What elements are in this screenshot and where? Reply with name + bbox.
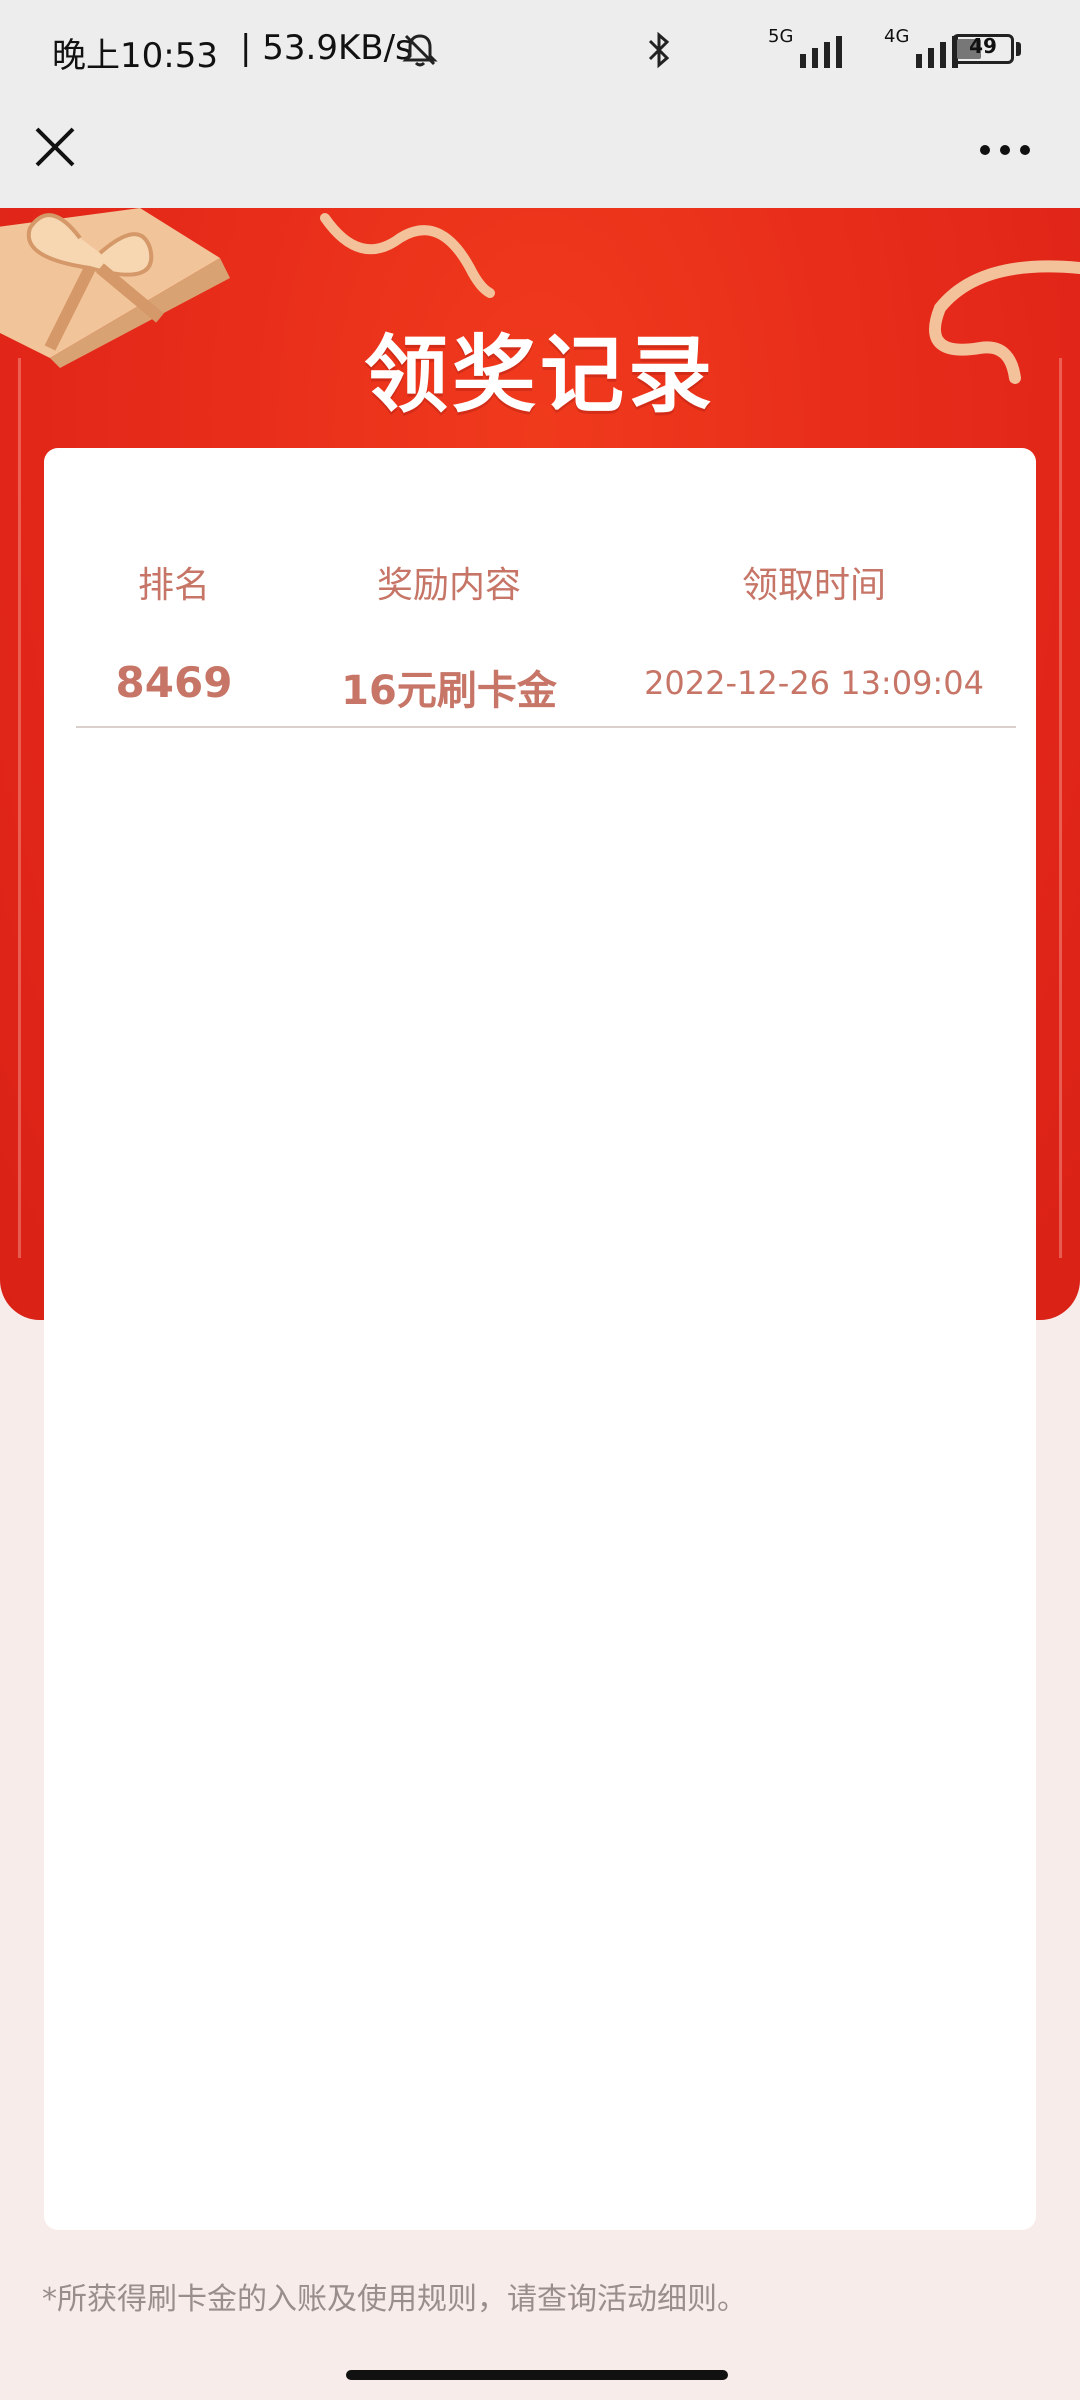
bluetooth-icon (646, 30, 672, 74)
status-time: 晚上10:53 (52, 36, 218, 76)
battery-icon: 49 (952, 34, 1014, 64)
cell-reward: 16元刷卡金 (341, 668, 557, 714)
more-dots-icon (980, 145, 1030, 155)
page-title: 领奖记录 (363, 326, 716, 424)
records-card: 排名 奖励内容 领取时间 8469 16元刷卡金 2022-12-26 13:0… (44, 448, 1036, 2230)
column-header-rank: 排名 (137, 565, 210, 606)
cell-time: 2022-12-26 13:09:04 (644, 664, 984, 702)
footer-note: *所获得刷卡金的入账及使用规则，请查询活动细则。 (42, 2282, 747, 2317)
column-header-time: 领取时间 (741, 565, 886, 606)
row-divider (76, 726, 1016, 728)
network-speed: | 53.9KB/s (240, 28, 413, 68)
title-bar (0, 100, 1080, 208)
home-indicator[interactable] (346, 2370, 728, 2380)
more-button[interactable] (975, 130, 1035, 170)
battery-tip (1016, 42, 1021, 56)
ribbon-icon (320, 213, 495, 298)
status-bar: 晚上10:53 | 53.9KB/s 5G 4G 49 (0, 0, 1080, 100)
close-icon (35, 127, 75, 167)
column-header-reward: 奖励内容 (376, 565, 521, 606)
bell-muted-icon (400, 30, 440, 74)
cell-rank: 8469 (115, 658, 233, 707)
battery-level: 49 (969, 34, 997, 58)
close-button[interactable] (30, 122, 80, 172)
